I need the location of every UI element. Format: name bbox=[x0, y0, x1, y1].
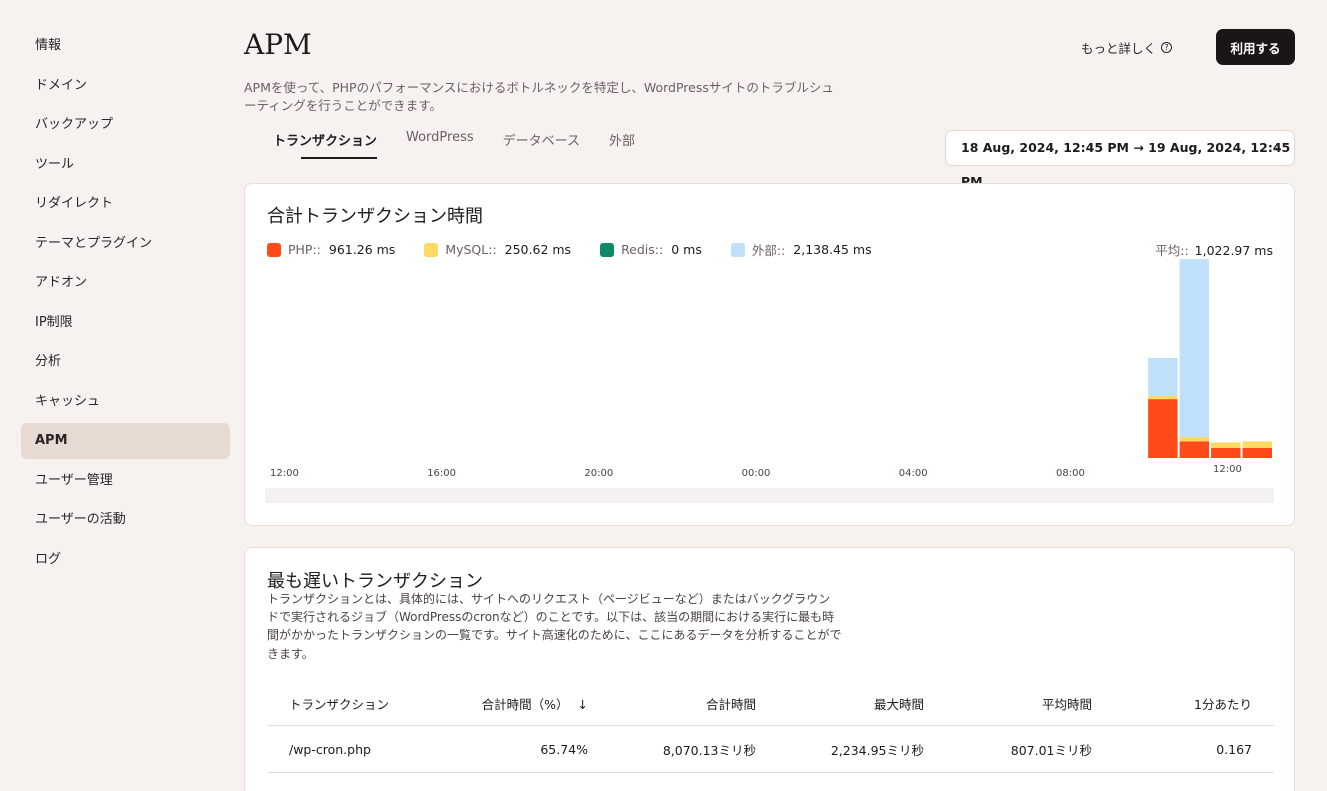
column-header-label: 平均時間 bbox=[1041, 696, 1092, 712]
learn-more-label: もっと詳しく bbox=[1081, 41, 1157, 56]
table-cell: 0.167 bbox=[1216, 741, 1252, 757]
table-description: トランザクションとは、具体的には、サイトへのリクエスト（ページビューなど）または… bbox=[267, 592, 842, 661]
bar-segment[interactable] bbox=[1179, 441, 1210, 458]
sidebar-item-4[interactable]: リダイレクト bbox=[21, 186, 230, 222]
page-description: APMを使って、PHPのパフォーマンスにおけるボトルネックを特定し、WordPr… bbox=[244, 80, 834, 113]
column-header-label: 合計時間 bbox=[705, 696, 756, 712]
sidebar: 情報ドメイン バックアップ ツール リダイレクト テーマとプラグイン アドオン IP制限 分析… bbox=[21, 28, 230, 581]
bar-segment[interactable] bbox=[1211, 442, 1241, 448]
use-button[interactable]: 利用する bbox=[1216, 29, 1295, 65]
bar-segment[interactable] bbox=[1148, 399, 1178, 458]
bar-segment[interactable] bbox=[1148, 358, 1178, 396]
slowest-transactions-card: 最も遅いトランザクション トランザクションとは、具体的には、サイトへのリクエスト… bbox=[244, 547, 1295, 791]
column-header-label: 1分あたり bbox=[1194, 696, 1252, 712]
sort-arrow-icon: ↓ bbox=[577, 696, 588, 712]
tab-1[interactable]: WordPress bbox=[406, 130, 474, 158]
bar-segment[interactable] bbox=[1211, 448, 1241, 458]
sidebar-item-2[interactable]: バックアップ bbox=[21, 107, 230, 143]
chart-brush-track[interactable] bbox=[265, 488, 1274, 503]
column-header[interactable]: トランザクション bbox=[267, 694, 457, 713]
table-cell: /wp-cron.php bbox=[289, 741, 371, 757]
sidebar-item-13[interactable]: ログ bbox=[21, 542, 230, 578]
sidebar-item-11[interactable]: ユーザー管理 bbox=[21, 463, 230, 499]
column-header[interactable]: 合計時間（%） ↓ bbox=[457, 694, 588, 713]
transaction-chart: 12:00 16:00 20:00 00:00 04:00 08:00 12:00 bbox=[265, 259, 1274, 503]
sidebar-item-6[interactable]: アドオン bbox=[21, 265, 230, 301]
chevron-down-icon: ⌄ bbox=[1273, 142, 1282, 153]
column-header-label: 合計時間（%） bbox=[481, 696, 569, 712]
transaction-time-card: 合計トランザクション時間 PHP:: 961.26 ms MySQL:: 250.62… bbox=[244, 183, 1295, 526]
table-header-row: トランザクション 合計時間（%） ↓ 合計時間 最大時間 平均時間 1分あたり bbox=[267, 681, 1274, 726]
x-tick-label: 12:00 bbox=[270, 468, 299, 479]
transactions-table: トランザクション 合計時間（%） ↓ 合計時間 最大時間 平均時間 1分あたり/wp-cro… bbox=[267, 681, 1274, 773]
bar-segment[interactable] bbox=[1148, 395, 1178, 400]
date-range-picker[interactable]: 18 Aug, 2024, 12:45 PM → 19 Aug, 2024, 1… bbox=[945, 130, 1295, 189]
tab-3[interactable]: 外部 bbox=[609, 130, 635, 158]
tab-bar: トランザクション WordPress データベース 外部 bbox=[273, 130, 664, 159]
sidebar-item-8[interactable]: 分析 bbox=[21, 344, 230, 380]
x-tick-label: 00:00 bbox=[742, 468, 771, 479]
help-icon: ? bbox=[1161, 42, 1173, 53]
learn-more-link[interactable]: もっと詳しく ? bbox=[1081, 38, 1173, 57]
sidebar-item-5[interactable]: テーマとプラグイン bbox=[21, 226, 230, 262]
x-tick-label: 12:00 bbox=[1213, 464, 1242, 475]
table-cell: 8,070.13ミリ秒 bbox=[662, 742, 756, 758]
bar-segment[interactable] bbox=[1179, 259, 1210, 437]
column-header[interactable]: 平均時間 bbox=[924, 694, 1092, 713]
table-cell: 65.74% bbox=[540, 741, 588, 757]
column-header[interactable]: 合計時間 bbox=[588, 694, 756, 713]
sidebar-item-9[interactable]: キャッシュ bbox=[21, 384, 230, 420]
tab-0[interactable]: トランザクション bbox=[273, 130, 378, 159]
bar-segment[interactable] bbox=[1242, 448, 1272, 458]
bar-segment[interactable] bbox=[1242, 441, 1272, 448]
table-cell: 2,234.95ミリ秒 bbox=[830, 742, 924, 758]
column-header-label: トランザクション bbox=[289, 696, 390, 712]
x-tick-label: 08:00 bbox=[1056, 468, 1085, 479]
column-header[interactable]: 1分あたり bbox=[1092, 694, 1252, 713]
table-row[interactable]: /wp-cron.php 65.74% 8,070.13ミリ秒 2,234.95ミリ秒… bbox=[267, 726, 1274, 773]
column-header[interactable]: 最大時間 bbox=[756, 694, 924, 713]
tab-2[interactable]: データベース bbox=[503, 130, 580, 158]
page-title: APM bbox=[244, 28, 312, 61]
sidebar-item-10[interactable]: APM bbox=[21, 423, 230, 459]
x-tick-label: 20:00 bbox=[584, 468, 613, 479]
date-range-value: 18 Aug, 2024, 12:45 PM → 19 Aug, 2024, 1… bbox=[961, 140, 1291, 189]
x-tick-label: 04:00 bbox=[899, 468, 928, 479]
sidebar-item-7[interactable]: IP制限 bbox=[21, 305, 230, 341]
sidebar-item-1[interactable]: ドメイン bbox=[21, 68, 230, 104]
sidebar-item-12[interactable]: ユーザーの活動 bbox=[21, 502, 230, 538]
sidebar-item-0[interactable]: 情報 bbox=[21, 28, 230, 64]
table-cell: 807.01ミリ秒 bbox=[1010, 742, 1092, 758]
sidebar-item-3[interactable]: ツール bbox=[21, 147, 230, 183]
bar-segment[interactable] bbox=[1179, 436, 1210, 442]
column-header-label: 最大時間 bbox=[873, 696, 924, 712]
x-tick-label: 16:00 bbox=[427, 468, 456, 479]
